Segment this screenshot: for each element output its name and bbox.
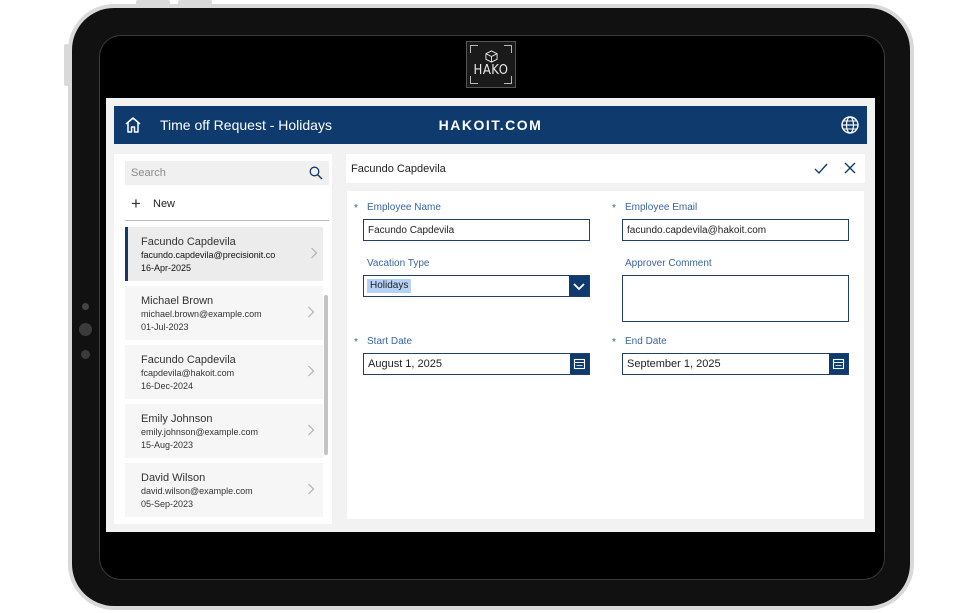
chevron-right-icon — [308, 365, 315, 377]
calendar-icon[interactable] — [570, 354, 589, 374]
new-request-button[interactable]: + New — [129, 194, 175, 214]
chevron-right-icon — [308, 483, 315, 495]
chevron-right-icon — [308, 306, 315, 318]
item-email: fcapdevila@hakoit.com — [141, 368, 235, 378]
item-name: Facundo Capdevila — [141, 354, 236, 366]
item-date: 01-Jul-2023 — [141, 322, 189, 332]
item-email: emily.johnson@example.com — [141, 427, 259, 437]
end-date-label: End Date — [625, 336, 667, 347]
item-name: David Wilson — [141, 472, 206, 484]
item-date: 16-Apr-2025 — [141, 263, 192, 273]
globe-icon[interactable] — [840, 115, 860, 135]
plus-icon: + — [131, 194, 141, 213]
page-title: Time off Request - Holidays — [160, 117, 332, 133]
item-email: facundo.capdevila@precisionit.co — [141, 250, 276, 260]
hako-logo: HAKO — [466, 41, 516, 88]
divider — [125, 220, 329, 221]
start-date-picker[interactable]: August 1, 2025 — [363, 353, 590, 375]
form-toolbar: Facundo Capdevila — [346, 154, 865, 183]
employee-email-label: Employee Email — [625, 202, 698, 213]
item-date: 15-Aug-2023 — [141, 440, 194, 450]
search-input[interactable] — [125, 161, 329, 185]
chevron-down-icon[interactable] — [569, 276, 589, 296]
list-item[interactable]: Emily Johnson emily.johnson@example.com … — [125, 404, 323, 458]
check-icon[interactable] — [814, 162, 828, 175]
request-list: Facundo Capdevila facundo.capdevila@prec… — [125, 227, 323, 522]
item-email: david.wilson@example.com — [141, 486, 253, 496]
item-name: Emily Johnson — [141, 413, 213, 425]
end-date-value: September 1, 2025 — [627, 358, 721, 370]
list-item[interactable]: Facundo Capdevila fcapdevila@hakoit.com … — [125, 345, 323, 399]
device-side-button — [64, 44, 69, 86]
item-date: 16-Dec-2024 — [141, 381, 194, 391]
new-button-label: New — [153, 198, 176, 210]
item-date: 05-Sep-2023 — [141, 499, 194, 509]
cube-icon — [484, 50, 498, 63]
end-date-picker[interactable]: September 1, 2025 — [622, 353, 849, 375]
device-camera — [79, 323, 92, 336]
form-title: Facundo Capdevila — [351, 163, 446, 175]
device-sensor — [81, 350, 90, 359]
chevron-right-icon — [308, 424, 315, 436]
required-marker: * — [612, 203, 616, 214]
required-marker: * — [354, 337, 358, 348]
list-item[interactable]: David Wilson david.wilson@example.com 05… — [125, 463, 323, 517]
home-icon[interactable] — [123, 115, 143, 135]
request-form: * Employee Name * Employee Email Vacatio… — [347, 191, 864, 519]
list-item[interactable]: Facundo Capdevila facundo.capdevila@prec… — [125, 227, 323, 281]
chevron-right-icon — [311, 247, 318, 259]
vacation-type-label: Vacation Type — [367, 258, 430, 269]
start-date-label: Start Date — [367, 336, 413, 347]
app-header: HAKOIT.COM Time off Request - Holidays — [114, 106, 867, 144]
list-scrollbar[interactable] — [324, 295, 328, 455]
required-marker: * — [354, 203, 358, 214]
request-list-panel: + New Facundo Capdevila facundo.capdevil… — [114, 154, 332, 524]
employee-name-label: Employee Name — [367, 202, 441, 213]
employee-name-input[interactable] — [363, 219, 590, 241]
employee-email-input[interactable] — [622, 219, 849, 241]
device-sensor — [82, 303, 89, 310]
required-marker: * — [612, 337, 616, 348]
calendar-icon[interactable] — [829, 354, 848, 374]
app-screen: HAKOIT.COM Time off Request - Holidays +… — [106, 98, 875, 532]
item-name: Michael Brown — [141, 295, 214, 307]
vacation-type-select[interactable]: Holidays — [363, 275, 590, 297]
start-date-value: August 1, 2025 — [368, 358, 443, 370]
vacation-type-value: Holidays — [367, 279, 412, 293]
approver-comment-label: Approver Comment — [625, 258, 712, 269]
item-email: michael.brown@example.com — [141, 309, 262, 319]
close-icon[interactable] — [844, 162, 856, 174]
approver-comment-input[interactable] — [622, 275, 849, 322]
list-item[interactable]: Michael Brown michael.brown@example.com … — [125, 286, 323, 340]
search-icon[interactable] — [309, 166, 323, 180]
item-name: Facundo Capdevila — [141, 236, 236, 248]
